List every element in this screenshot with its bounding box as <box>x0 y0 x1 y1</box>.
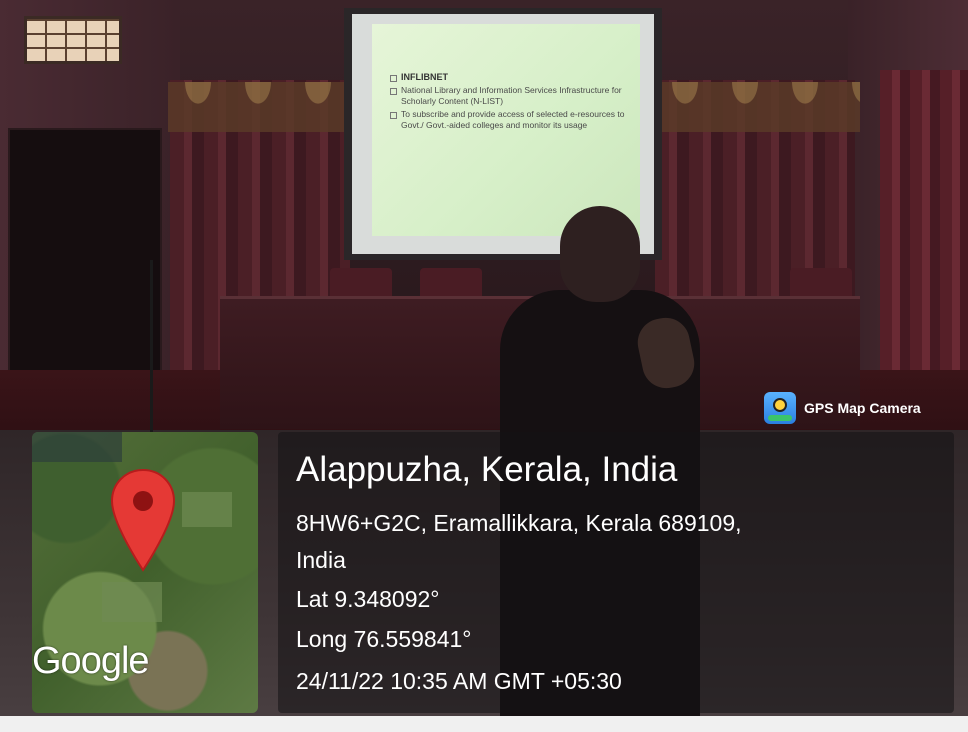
bullet-square-icon <box>390 75 397 82</box>
gps-map-camera-badge: GPS Map Camera <box>764 392 921 424</box>
slide-bullet-text: National Library and Information Service… <box>401 85 622 106</box>
mic-stand <box>150 260 153 440</box>
map-field <box>182 492 232 527</box>
latitude: Lat 9.348092° <box>296 586 440 612</box>
bottom-border <box>0 716 968 732</box>
map-field <box>102 582 162 622</box>
address-line-2: India <box>296 547 346 573</box>
bullet-square-icon <box>390 88 397 95</box>
slide-bullet-text: To subscribe and provide access of selec… <box>401 109 625 130</box>
slide-heading-text: INFLIBNET <box>401 72 448 82</box>
slide-bullet: To subscribe and provide access of selec… <box>390 109 630 131</box>
slide-heading: INFLIBNET <box>390 72 630 83</box>
address-line-1: 8HW6+G2C, Eramallikkara, Kerala 689109, <box>296 510 742 536</box>
slide-text: INFLIBNET National Library and Informati… <box>390 72 630 133</box>
location-title: Alappuzha, Kerala, India <box>296 450 678 489</box>
google-logo: Google <box>32 640 150 682</box>
map-pin-icon <box>110 468 176 572</box>
valance-right <box>655 82 860 132</box>
bullet-square-icon <box>390 112 397 119</box>
photo-scene: INFLIBNET National Library and Informati… <box>0 0 968 732</box>
speaker-head <box>560 206 640 302</box>
gps-map-camera-app-icon <box>764 392 796 424</box>
valance-left <box>168 82 352 132</box>
slide-bullet: National Library and Information Service… <box>390 85 630 107</box>
map-water <box>32 432 122 462</box>
longitude: Long 76.559841° <box>296 626 472 652</box>
badge-label: GPS Map Camera <box>804 400 921 416</box>
datetime: 24/11/22 10:35 AM GMT +05:30 <box>296 668 622 694</box>
location-info-panel: Alappuzha, Kerala, India 8HW6+G2C, Erama… <box>278 432 954 713</box>
window <box>24 16 122 64</box>
map-thumbnail: Google <box>32 432 258 713</box>
